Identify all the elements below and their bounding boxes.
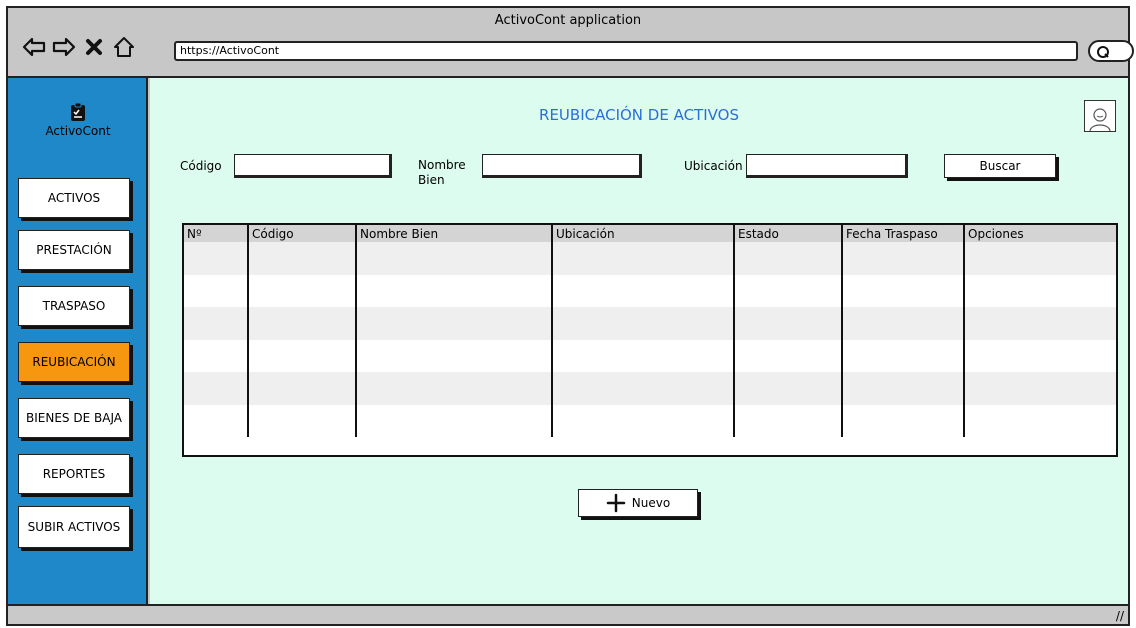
ubicacion-label: Ubicación bbox=[684, 159, 743, 173]
table-cell bbox=[734, 339, 843, 372]
table-row[interactable] bbox=[184, 242, 1116, 275]
table-cell bbox=[356, 404, 553, 437]
url-bar[interactable]: https://ActivoCont bbox=[174, 41, 1078, 61]
table-row[interactable] bbox=[184, 274, 1116, 307]
sidebar-item-activos[interactable]: ACTIVOS bbox=[18, 178, 130, 218]
table-cell bbox=[248, 339, 357, 372]
table-cell bbox=[552, 372, 735, 405]
window-title: ActivoCont application bbox=[494, 13, 642, 28]
search-icon bbox=[1097, 46, 1109, 58]
table-cell bbox=[356, 274, 553, 307]
sidebar-item-prestacion[interactable]: PRESTACIÓN bbox=[18, 230, 130, 270]
user-avatar-icon[interactable] bbox=[1084, 100, 1116, 132]
table-cell bbox=[184, 274, 249, 307]
table-cell bbox=[734, 242, 843, 275]
sidebar-item-traspaso[interactable]: TRASPASO bbox=[18, 286, 130, 326]
column-header-ubicacion[interactable]: Ubicación bbox=[552, 225, 735, 242]
sidebar: ActivoCont ACTIVOS PRESTACIÓN TRASPASO R… bbox=[8, 78, 148, 604]
resize-grip-icon[interactable]: // bbox=[1116, 609, 1124, 623]
table-cell bbox=[964, 242, 1116, 275]
app-logo: ActivoCont bbox=[8, 102, 148, 138]
back-arrow-icon[interactable] bbox=[22, 35, 46, 59]
nuevo-button-label: Nuevo bbox=[631, 496, 671, 510]
table-cell bbox=[734, 404, 843, 437]
table-cell bbox=[964, 372, 1116, 405]
status-bar: // bbox=[8, 604, 1128, 624]
sidebar-item-subir-activos[interactable]: SUBIR ACTIVOS bbox=[18, 506, 130, 548]
table-cell bbox=[184, 307, 249, 340]
table-cell bbox=[964, 404, 1116, 437]
table-row[interactable] bbox=[184, 307, 1116, 340]
column-header-fecha-traspaso[interactable]: Fecha Traspaso bbox=[842, 225, 965, 242]
close-x-icon[interactable] bbox=[82, 35, 106, 59]
assets-table: Nº Código Nombre Bien Ubicación Estado F… bbox=[182, 223, 1118, 457]
table-cell bbox=[552, 339, 735, 372]
clipboard-icon bbox=[71, 102, 85, 121]
table-cell bbox=[734, 274, 843, 307]
table-cell bbox=[964, 274, 1116, 307]
table-header-row: Nº Código Nombre Bien Ubicación Estado F… bbox=[184, 225, 1116, 242]
page-title: REUBICACIÓN DE ACTIVOS bbox=[539, 106, 739, 124]
main-content: REUBICACIÓN DE ACTIVOS Código Nombre Bie… bbox=[150, 78, 1128, 604]
table-cell bbox=[842, 274, 965, 307]
codigo-input[interactable] bbox=[234, 154, 392, 178]
forward-arrow-icon[interactable] bbox=[52, 35, 76, 59]
sidebar-item-reportes[interactable]: REPORTES bbox=[18, 454, 130, 494]
table-cell bbox=[248, 242, 357, 275]
browser-window: ActivoCont application https://ActivoCon… bbox=[6, 6, 1134, 626]
table-cell bbox=[184, 404, 249, 437]
table-cell bbox=[552, 274, 735, 307]
table-cell bbox=[842, 404, 965, 437]
table-cell bbox=[842, 307, 965, 340]
table-cell bbox=[964, 339, 1116, 372]
table-cell bbox=[734, 372, 843, 405]
table-cell bbox=[842, 372, 965, 405]
nombre-bien-label-line2: Bien bbox=[418, 173, 445, 187]
ubicacion-input[interactable] bbox=[746, 154, 908, 178]
table-cell bbox=[248, 372, 357, 405]
home-icon[interactable] bbox=[112, 35, 136, 59]
table-row[interactable] bbox=[184, 339, 1116, 372]
table-cell bbox=[248, 307, 357, 340]
table-cell bbox=[184, 372, 249, 405]
table-cell bbox=[552, 242, 735, 275]
column-header-opciones[interactable]: Opciones bbox=[964, 225, 1116, 242]
column-header-estado[interactable]: Estado bbox=[734, 225, 843, 242]
column-header-numero[interactable]: Nº bbox=[184, 225, 249, 242]
table-cell bbox=[356, 307, 553, 340]
navigation-buttons bbox=[22, 34, 136, 60]
app-logo-label: ActivoCont bbox=[45, 124, 111, 138]
nombre-bien-label: Nombre Bien bbox=[418, 158, 466, 188]
table-cell bbox=[964, 307, 1116, 340]
codigo-label: Código bbox=[180, 159, 222, 173]
table-cell bbox=[184, 242, 249, 275]
table-row[interactable] bbox=[184, 404, 1116, 437]
sidebar-item-reubicacion[interactable]: REUBICACIÓN bbox=[18, 342, 130, 382]
browser-search-button[interactable] bbox=[1088, 40, 1134, 62]
plus-icon bbox=[606, 493, 626, 513]
sidebar-item-bienes-de-baja[interactable]: BIENES DE BAJA bbox=[18, 398, 130, 438]
table-cell bbox=[842, 339, 965, 372]
nuevo-button[interactable]: Nuevo bbox=[578, 489, 698, 517]
table-cell bbox=[184, 339, 249, 372]
nombre-bien-label-line1: Nombre bbox=[418, 158, 466, 172]
table-cell bbox=[248, 404, 357, 437]
table-row[interactable] bbox=[184, 372, 1116, 405]
table-cell bbox=[734, 307, 843, 340]
browser-toolbar: ActivoCont application https://ActivoCon… bbox=[8, 8, 1134, 78]
table-cell bbox=[842, 242, 965, 275]
table-cell bbox=[356, 242, 553, 275]
column-header-codigo[interactable]: Código bbox=[248, 225, 357, 242]
table-cell bbox=[356, 339, 553, 372]
table-cell bbox=[552, 404, 735, 437]
table-cell bbox=[356, 372, 553, 405]
column-header-nombre-bien[interactable]: Nombre Bien bbox=[356, 225, 553, 242]
table-cell bbox=[248, 274, 357, 307]
nombre-bien-input[interactable] bbox=[482, 154, 642, 178]
table-cell bbox=[552, 307, 735, 340]
buscar-button[interactable]: Buscar bbox=[944, 154, 1056, 178]
